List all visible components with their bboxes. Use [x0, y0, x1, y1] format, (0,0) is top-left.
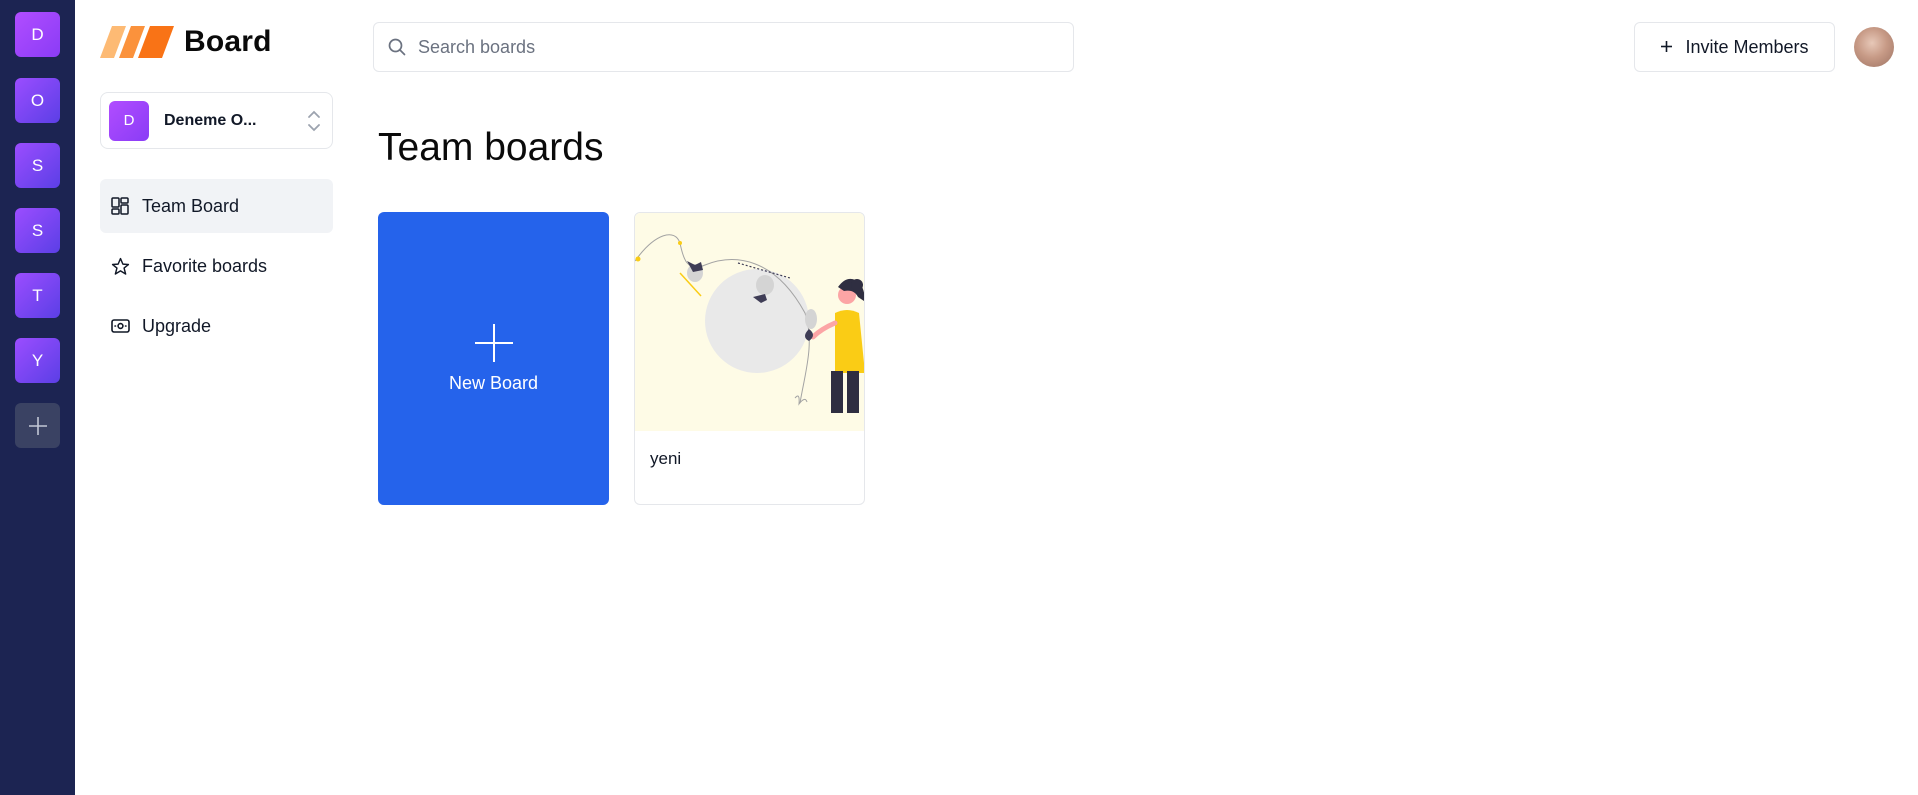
- search-input[interactable]: [418, 36, 1018, 58]
- org-name: Deneme O...: [164, 111, 257, 129]
- fishing-illustration-icon: [635, 234, 864, 413]
- search-icon: [388, 38, 406, 56]
- nav-item-upgrade[interactable]: Upgrade: [100, 299, 333, 353]
- new-board-button[interactable]: New Board: [378, 212, 609, 505]
- org-item-s-2[interactable]: S: [15, 208, 60, 253]
- invite-members-label: Invite Members: [1685, 36, 1809, 57]
- org-item-o[interactable]: O: [15, 78, 60, 123]
- page-title: Team boards: [378, 126, 604, 169]
- organization-rail: D O S S T Y: [0, 0, 75, 795]
- nav-item-label: Favorite boards: [142, 255, 268, 276]
- board-thumbnail: [635, 213, 864, 431]
- org-item-s-1[interactable]: S: [15, 143, 60, 188]
- plus-icon: [474, 324, 513, 362]
- organization-switcher[interactable]: D Deneme O...: [100, 92, 333, 149]
- invite-members-button[interactable]: Invite Members: [1634, 22, 1835, 72]
- add-organization-button[interactable]: [15, 403, 60, 448]
- plus-icon: [28, 416, 47, 435]
- logo[interactable]: Board: [100, 22, 272, 62]
- nav-item-label: Upgrade: [142, 315, 212, 336]
- dashboard-icon: [110, 196, 130, 216]
- board-title: yeni: [650, 449, 682, 468]
- logo-text: Board: [184, 25, 272, 58]
- nav-item-favorite-boards[interactable]: Favorite boards: [100, 239, 333, 293]
- chevrons-up-down-icon: [308, 110, 320, 132]
- board-card[interactable]: yeni: [634, 212, 865, 505]
- search-bar: [373, 22, 1074, 72]
- user-avatar[interactable]: [1854, 27, 1894, 67]
- sidebar: Board D Deneme O... Team Board Favorite …: [75, 0, 342, 795]
- org-item-y[interactable]: Y: [15, 338, 60, 383]
- org-badge: D: [109, 100, 149, 141]
- star-icon: [110, 256, 130, 276]
- new-board-label: New Board: [448, 373, 539, 393]
- nav-item-label: Team Board: [142, 195, 240, 216]
- nav-item-team-board[interactable]: Team Board: [100, 179, 333, 233]
- plus-icon: [1660, 36, 1673, 59]
- org-item-t[interactable]: T: [15, 273, 60, 318]
- logo-mark-icon: [100, 26, 174, 58]
- banknote-icon: [110, 316, 130, 336]
- org-item-d[interactable]: D: [15, 12, 60, 57]
